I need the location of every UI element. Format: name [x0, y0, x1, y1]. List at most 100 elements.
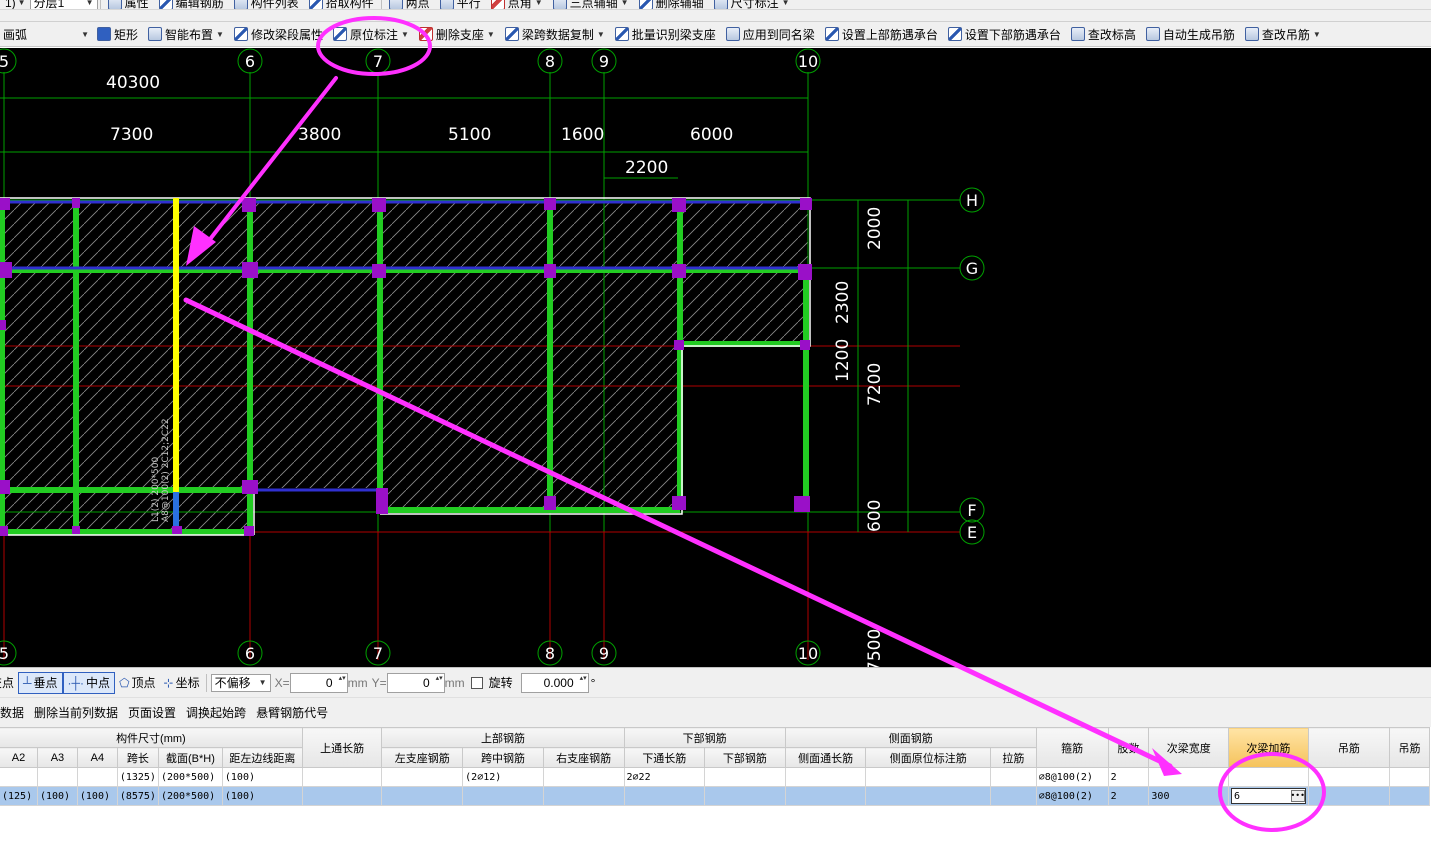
batch-identify-support-button[interactable]: 批量识别梁支座: [610, 24, 721, 44]
copy-span-data-button[interactable]: 梁跨数据复制 ▼: [500, 24, 610, 44]
cell[interactable]: (100): [221, 786, 303, 806]
rotate-checkbox[interactable]: [470, 676, 483, 689]
dimension-button[interactable]: 尺寸标注 ▼: [709, 0, 795, 9]
apply-same-name-beam-button[interactable]: 应用到同名梁: [721, 24, 820, 44]
smart-layout-button[interactable]: 智能布置 ▼: [143, 24, 229, 44]
in-situ-annotation-button[interactable]: 原位标注 ▼: [328, 24, 414, 44]
cell[interactable]: (200*500): [157, 767, 223, 787]
cell[interactable]: [381, 767, 464, 787]
properties-button[interactable]: 属性: [103, 0, 154, 9]
check-hanger-label: 查改吊筋: [1261, 27, 1310, 42]
cell[interactable]: [301, 767, 383, 787]
cell[interactable]: [704, 786, 786, 806]
chevron-down-icon: ▼: [216, 29, 224, 39]
action-page-setup[interactable]: 页面设置: [123, 704, 181, 721]
modify-beam-segment-label: 修改梁段属性: [250, 27, 323, 42]
cell[interactable]: (125): [0, 786, 38, 806]
cell[interactable]: [1389, 786, 1430, 806]
cell[interactable]: [0, 767, 38, 787]
cell[interactable]: 2⌀22: [623, 767, 706, 787]
snap-vertex[interactable]: ⬠ 顶点: [115, 672, 159, 694]
cell[interactable]: [542, 786, 625, 806]
cell[interactable]: [704, 767, 786, 787]
cell[interactable]: [623, 786, 706, 806]
header-legs: 肢数: [1107, 727, 1150, 768]
cell[interactable]: [1148, 767, 1230, 787]
cell[interactable]: (100): [76, 786, 118, 806]
chevron-down-icon[interactable]: ▼: [18, 0, 26, 7]
pick-component-button[interactable]: 拾取构件: [304, 0, 379, 9]
cell[interactable]: 2: [1107, 786, 1150, 806]
cell[interactable]: [865, 767, 991, 787]
snap-perpendicular[interactable]: ┴ 垂点: [18, 671, 63, 694]
action-delete-column-data[interactable]: 删除当前列数据: [29, 704, 123, 721]
delete-support-button[interactable]: 删除支座 ▼: [414, 24, 500, 44]
cell[interactable]: [989, 786, 1037, 806]
cell[interactable]: [1389, 767, 1430, 787]
delete-aux-axis-button[interactable]: 删除辅轴: [634, 0, 709, 9]
offset-mode-select[interactable]: 不偏移 ▼: [210, 673, 271, 692]
cell[interactable]: (200*500): [157, 786, 223, 806]
cell[interactable]: [76, 767, 118, 787]
table-row-selected[interactable]: (125) (100) (100) (8575) (200*500) (100)…: [0, 786, 1430, 806]
cell[interactable]: [542, 767, 625, 787]
dim-vert-2000: 2000: [865, 207, 885, 250]
axis-bubble-right-F: F: [959, 497, 985, 523]
cell[interactable]: (8575): [116, 786, 159, 806]
point-angle-button[interactable]: 点角 ▼: [486, 0, 548, 9]
axis-label: H: [966, 191, 978, 210]
axis-label: F: [967, 501, 976, 520]
three-point-axis-button[interactable]: 三点辅轴 ▼: [548, 0, 634, 9]
ellipsis-button[interactable]: •••: [1290, 790, 1305, 802]
cell[interactable]: (2⌀12): [462, 767, 544, 787]
cell[interactable]: [381, 786, 464, 806]
edit-rebar-button[interactable]: 编辑钢筋: [154, 0, 229, 9]
cell[interactable]: 300: [1148, 786, 1230, 806]
draw-mode-select[interactable]: 画弧 ▼: [0, 25, 92, 43]
cell[interactable]: 2: [1107, 767, 1150, 787]
check-elevation-button[interactable]: 查改标高: [1066, 24, 1141, 44]
cell[interactable]: [865, 786, 991, 806]
cell[interactable]: [1307, 786, 1391, 806]
parallel-icon: [439, 0, 454, 9]
action-cantilever-code[interactable]: 悬臂钢筋代号: [251, 704, 333, 721]
snap-intersection[interactable]: 交点: [0, 672, 18, 694]
cell[interactable]: [989, 767, 1037, 787]
header-stirrup: 箍筋: [1035, 727, 1109, 768]
action-data[interactable]: 数据: [0, 704, 29, 721]
cell[interactable]: [301, 786, 383, 806]
secondary-beam-additional-cell[interactable]: 6 •••: [1228, 786, 1309, 806]
snap-midpoint[interactable]: ·┼· 中点: [62, 671, 116, 694]
cell[interactable]: [1228, 767, 1309, 787]
cell[interactable]: [784, 767, 867, 787]
two-point-button[interactable]: 两点: [384, 0, 435, 9]
snap-coordinate[interactable]: ⊹ 坐标: [160, 672, 204, 694]
cell[interactable]: (100): [221, 767, 303, 787]
axis-bubble-top-10: 10: [795, 48, 821, 74]
cell[interactable]: [784, 786, 867, 806]
cell[interactable]: (1325): [116, 767, 159, 787]
cell[interactable]: (100): [36, 786, 78, 806]
cell[interactable]: ⌀8@100(2): [1035, 786, 1109, 806]
x-input[interactable]: 0: [289, 672, 348, 693]
top-rebar-cap-button[interactable]: 设置上部筋遇承台: [820, 24, 943, 44]
rotate-input[interactable]: 0.000: [520, 672, 589, 693]
y-input[interactable]: 0: [386, 672, 445, 693]
secondary-beam-additional-editor[interactable]: 6 •••: [1231, 788, 1306, 804]
perpendicular-icon: ┴: [23, 675, 32, 690]
check-hanger-button[interactable]: 查改吊筋 ▼: [1240, 24, 1326, 44]
rectangle-button[interactable]: 矩形: [92, 24, 143, 44]
parallel-button[interactable]: 平行: [435, 0, 486, 9]
table-row[interactable]: (1325) (200*500) (100) (2⌀12) 2⌀22 ⌀8@10…: [0, 767, 1430, 787]
component-list-button[interactable]: 构件列表: [229, 0, 304, 9]
cell[interactable]: [462, 786, 544, 806]
bottom-rebar-cap-button[interactable]: 设置下部筋遇承台: [943, 24, 1066, 44]
drawing-canvas[interactable]: 40300 7300 3800 5100 1600 6000 2200 2000…: [0, 48, 1431, 667]
cell[interactable]: [36, 767, 78, 787]
action-swap-start-span[interactable]: 调换起始跨: [181, 704, 251, 721]
cell[interactable]: [1307, 767, 1391, 787]
modify-beam-segment-button[interactable]: 修改梁段属性: [229, 24, 328, 44]
cell[interactable]: ⌀8@100(2): [1035, 767, 1109, 787]
floor-select[interactable]: 分层1 ▼: [29, 0, 98, 9]
auto-hanger-button[interactable]: 自动生成吊筋: [1141, 24, 1240, 44]
